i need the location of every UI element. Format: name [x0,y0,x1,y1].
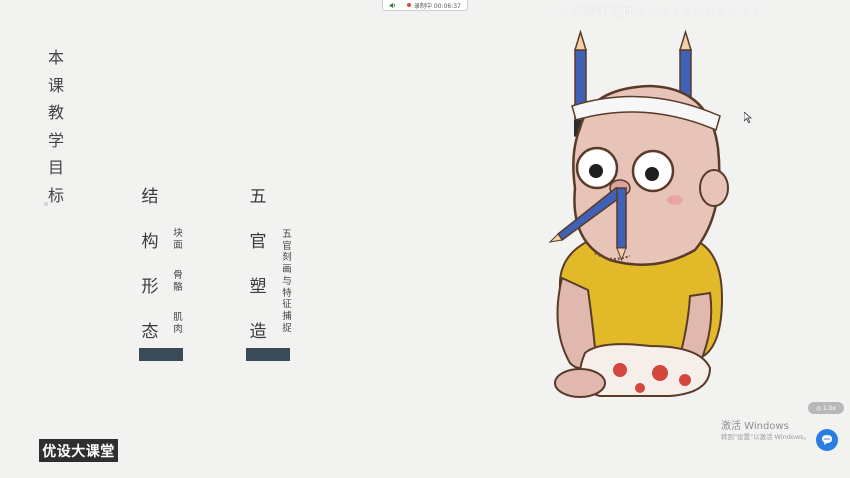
section-structure-heading: 结 构 形 态 [140,186,160,366]
title-char: 标 [47,185,64,205]
title-char: 目 [47,158,64,177]
title-char: 教 [47,103,64,122]
section-features-heading: 五 官 塑 造 [248,186,268,366]
recording-time: 录制中 00:06:37 [414,2,461,10]
heading-char: 五 [249,187,267,207]
windows-activation-title: 激活 Windows [721,421,789,432]
pencil-nose-right-icon [616,187,627,262]
heading-char: 造 [249,322,267,342]
recording-status-bar[interactable]: 录制中 00:06:37 [382,0,468,11]
title-char: 本 [47,48,64,67]
section-features-bar [246,348,290,361]
speaker-icon[interactable] [389,2,396,9]
brand-logo: 优设大课堂 [39,439,118,462]
windows-activation-hint: 转到"设置"以激活 Windows。 [721,433,811,441]
section-structure-bar [139,348,183,361]
heading-char: 构 [141,232,159,252]
title-marker [44,202,48,206]
sub-item-muscle: 肌肉 [173,312,183,335]
sub-item-bone: 骨骼 [173,270,183,293]
heading-char: 形 [141,277,159,297]
sub-item-feature-description: 五官刻画与特征捕捉 [282,229,292,334]
lesson-objective-title: 本 课 教 学 目 标 [46,44,66,209]
title-char: 课 [47,75,64,95]
heading-char: 官 [249,232,267,252]
playback-speed-pill[interactable]: ◎ 1.0x [808,402,844,414]
heading-char: 塑 [249,277,267,297]
heading-char: 结 [141,187,159,207]
sub-item-block-face: 块面 [173,228,183,251]
title-char: 学 [47,130,64,150]
heading-char: 态 [141,322,159,342]
watermark-text: 一 学霸课 程群 0 1 4 1 5 0 4 4 1 1 9 [557,5,761,18]
chat-button[interactable] [816,429,838,451]
cartoon-character-illustration [548,29,729,398]
record-dot-icon [407,3,411,7]
mouse-cursor-icon [744,112,752,123]
chat-bubble-icon [822,435,832,445]
